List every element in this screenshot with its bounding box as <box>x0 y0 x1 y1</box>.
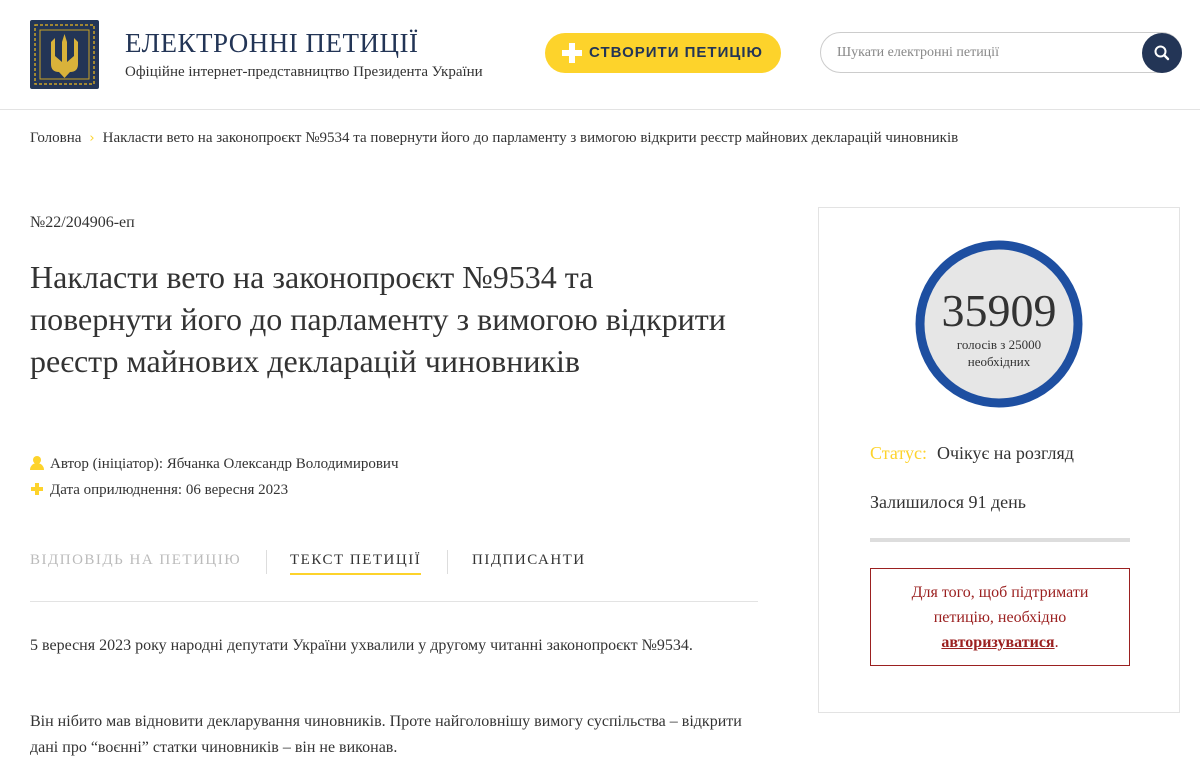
tab-response[interactable]: ВІДПОВІДЬ НА ПЕТИЦІЮ <box>30 552 241 569</box>
vote-count: 35909 <box>941 285 1057 336</box>
petition-stats-card: 35909 голосів з 25000 необхідних Статус:… <box>818 207 1180 713</box>
create-petition-button[interactable]: СТВОРИТИ ПЕТИЦІЮ <box>545 33 781 73</box>
vote-caption-line: необхідних <box>967 354 1031 369</box>
auth-text: Для того, щоб підтримати петицію, необхі… <box>911 584 1089 626</box>
create-petition-label: СТВОРИТИ ПЕТИЦІЮ <box>589 44 763 61</box>
auth-notice: Для того, щоб підтримати петицію, необхі… <box>870 568 1130 666</box>
plus-icon <box>562 43 582 63</box>
vote-caption-line: голосів з 25000 <box>956 337 1042 352</box>
chevron-right-icon: › <box>89 131 95 146</box>
author-text: Автор (ініціатор): Ябчанка Олександр Вол… <box>50 456 399 472</box>
petition-paragraph: 5 вересня 2023 року народні депутати Укр… <box>30 637 693 654</box>
status-value: Очікує на розгляд <box>937 443 1074 463</box>
published-text: Дата оприлюднення: 06 вересня 2023 <box>50 482 289 498</box>
user-icon <box>30 456 44 470</box>
login-link[interactable]: авторизуватися <box>941 634 1054 651</box>
progress-bar <box>870 538 1130 542</box>
tab-petition-text[interactable]: ТЕКСТ ПЕТИЦІЇ <box>290 552 422 575</box>
page-title: Накласти вето на законопроєкт №9534 та п… <box>30 259 726 379</box>
tab-divider <box>266 550 267 574</box>
tab-divider <box>447 550 448 574</box>
site-header: ЕЛЕКТРОННІ ПЕТИЦІЇ Офіційне інтернет-пре… <box>0 0 1200 110</box>
petition-date: Дата оприлюднення: 06 вересня 2023 <box>30 482 288 499</box>
site-subtitle: Офіційне інтернет-представництво Президе… <box>125 64 483 80</box>
status-label: Статус: <box>870 443 927 463</box>
search-box <box>820 32 1182 73</box>
vote-counter: 35909 голосів з 25000 необхідних <box>915 240 1083 408</box>
search-input[interactable] <box>837 43 1137 63</box>
plus-icon <box>30 482 44 496</box>
breadcrumb: Головна › Накласти вето на законопроєкт №9… <box>30 130 958 147</box>
trident-emblem-icon[interactable] <box>30 20 99 89</box>
breadcrumb-home-link[interactable]: Головна <box>30 130 81 146</box>
petition-number: №22/204906-еп <box>30 214 135 231</box>
site-title[interactable]: ЕЛЕКТРОННІ ПЕТИЦІЇ <box>125 28 419 59</box>
search-button[interactable] <box>1142 33 1182 73</box>
vote-caption: голосів з 25000 необхідних <box>915 336 1083 370</box>
days-remaining: Залишилося 91 день <box>870 492 1026 512</box>
search-icon <box>1154 45 1170 61</box>
petition-author: Автор (ініціатор): Ябчанка Олександр Вол… <box>30 456 399 473</box>
breadcrumb-current: Накласти вето на законопроєкт №9534 та п… <box>102 130 959 146</box>
auth-text-end: . <box>1054 634 1059 651</box>
tab-signatories[interactable]: ПІДПИСАНТИ <box>472 552 586 569</box>
petition-status: Статус: Очікує на розгляд <box>870 443 1074 464</box>
petition-tabs: ВІДПОВІДЬ НА ПЕТИЦІЮ ТЕКСТ ПЕТИЦІЇ ПІДПИ… <box>30 548 758 602</box>
petition-paragraph: Він нібито мав відновити декларування чи… <box>30 713 742 756</box>
